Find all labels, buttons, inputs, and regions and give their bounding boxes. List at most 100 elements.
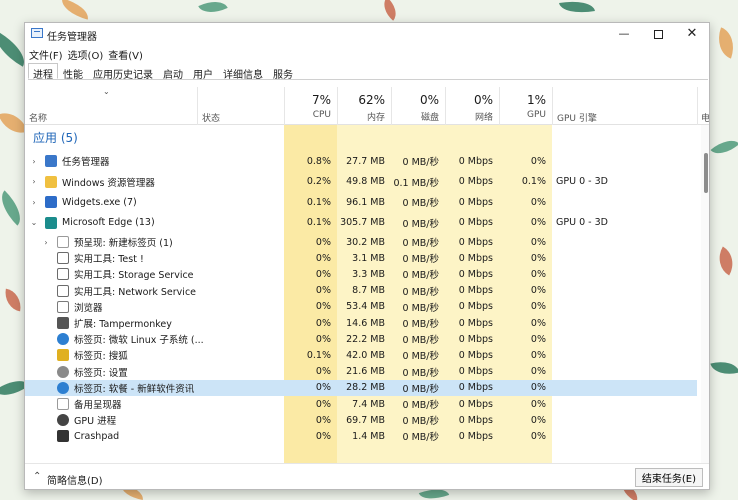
subprocess-row[interactable]: 标签页: 微软 Linux 子系统 (... 0% 22.2 MB 0 MB/秒 0 M… <box>25 331 697 347</box>
column-cpu[interactable]: 7% CPU <box>284 87 337 125</box>
column-gpu-label: GPU <box>527 110 546 120</box>
subprocess-row[interactable]: GPU 进程 0% 69.7 MB 0 MB/秒 0 Mbps 0% <box>25 412 697 428</box>
tab-services[interactable]: 服务 <box>268 63 298 81</box>
tab-startup[interactable]: 启动 <box>158 63 188 81</box>
process-cpu: 0% <box>315 301 331 313</box>
tab-app-history[interactable]: 应用历史记录 <box>88 63 158 81</box>
process-gpu: 0% <box>530 252 546 264</box>
menu-view[interactable]: 查看(V) <box>108 45 148 62</box>
process-name: Widgets.exe (7) <box>62 196 137 208</box>
maximize-button[interactable] <box>641 23 675 45</box>
process-mem: 53.4 MB <box>346 301 385 313</box>
column-network[interactable]: 0% 网络 <box>445 87 499 125</box>
task-manager-window: 任务管理器 — ✕ 文件(F) 选项(O) 查看(V) 进程 性能 应用历史记录… <box>24 22 710 490</box>
process-gpu: 0% <box>530 317 546 329</box>
leaf-decoration <box>377 0 403 21</box>
process-mem: 42.0 MB <box>346 349 385 361</box>
collapse-chevron-icon[interactable]: ⌄ <box>29 213 39 233</box>
process-row[interactable]: › Windows 资源管理器 0.2% 49.8 MB 0.1 MB/秒 0 Mbps 0… <box>25 172 697 192</box>
expand-chevron-icon[interactable]: › <box>29 172 39 192</box>
column-gpu-engine-label: GPU 引擎 <box>557 114 597 124</box>
menu-file[interactable]: 文件(F) <box>29 45 68 62</box>
leaf-decoration <box>2 288 24 312</box>
column-status[interactable]: 状态 <box>197 87 284 125</box>
column-disk-label: 磁盘 <box>420 113 439 123</box>
process-row[interactable]: ⌄ Microsoft Edge (13) 0.1% 305.7 MB 0 MB/秒 0 … <box>25 213 697 233</box>
column-memory-label: 内存 <box>366 113 385 123</box>
process-disk: 0 MB/秒 <box>402 157 439 168</box>
process-mem: 14.6 MB <box>346 317 385 329</box>
column-gpu[interactable]: 1% GPU <box>499 87 552 125</box>
column-disk[interactable]: 0% 磁盘 <box>391 87 445 125</box>
title-bar[interactable]: 任务管理器 — ✕ <box>25 23 709 45</box>
collapse-chevron-icon[interactable]: ⌃ <box>33 471 41 482</box>
process-gpu: 0% <box>530 414 546 426</box>
expand-chevron-icon[interactable]: › <box>29 192 39 212</box>
process-table: ⌄ 名称 状态 7% CPU 62% 内存 0% 磁盘 0% 网络 1% GPU… <box>25 83 709 477</box>
process-mem: 1.4 MB <box>352 430 385 442</box>
subprocess-row[interactable]: Crashpad 0% 1.4 MB 0 MB/秒 0 Mbps 0% <box>25 428 697 444</box>
process-net: 0 Mbps <box>458 252 493 264</box>
subprocess-row[interactable]: 备用呈现器 0% 7.4 MB 0 MB/秒 0 Mbps 0% <box>25 396 697 412</box>
menu-bar: 文件(F) 选项(O) 查看(V) <box>29 45 148 62</box>
folder-icon <box>45 175 57 188</box>
column-name[interactable]: ⌄ 名称 <box>25 87 197 125</box>
minimize-button[interactable]: — <box>607 23 641 45</box>
subprocess-row[interactable]: 实用工具: Test ! 0% 3.1 MB 0 MB/秒 0 Mbps 0% <box>25 250 697 266</box>
menu-options[interactable]: 选项(O) <box>68 45 109 62</box>
process-gpu: 0.1% <box>521 176 546 187</box>
window-title: 任务管理器 <box>47 32 97 43</box>
subprocess-row[interactable]: 标签页: 搜狐 0.1% 42.0 MB 0 MB/秒 0 Mbps 0% <box>25 347 697 363</box>
expand-chevron-icon[interactable]: › <box>41 234 51 250</box>
process-disk: 0 MB/秒 <box>402 319 439 330</box>
process-row[interactable]: › 任务管理器 0.8% 27.7 MB 0 MB/秒 0 Mbps 0% <box>25 151 697 171</box>
scrollbar-thumb[interactable] <box>704 153 708 193</box>
process-disk: 0 MB/秒 <box>402 218 439 230</box>
process-row[interactable]: › Widgets.exe (7) 0.1% 96.1 MB 0 MB/秒 0 Mbps 0… <box>25 192 697 212</box>
subprocess-row[interactable]: 浏览器 0% 53.4 MB 0 MB/秒 0 Mbps 0% <box>25 299 697 315</box>
settings-icon <box>57 365 69 378</box>
close-button[interactable]: ✕ <box>675 23 709 45</box>
utility-icon <box>57 252 69 265</box>
subprocess-row[interactable]: › 预呈现: 新建标签页 (1) 0% 30.2 MB 0 MB/秒 0 Mbps 0% <box>25 234 697 250</box>
subprocess-row[interactable]: 标签页: 软餐 - 新鲜软件资讯 0% 28.2 MB 0 MB/秒 0 Mbps 0% <box>25 379 697 396</box>
process-mem: 8.7 MB <box>352 285 385 297</box>
tab-details[interactable]: 详细信息 <box>218 63 268 81</box>
tab-blue-icon <box>57 381 69 394</box>
fewer-details-link[interactable]: 简略信息(D) <box>47 472 103 487</box>
cpu-total: 7% <box>311 93 331 107</box>
tab-processes[interactable]: 进程 <box>28 63 58 81</box>
process-disk: 0 MB/秒 <box>402 416 439 428</box>
column-power[interactable]: 电 <box>697 87 709 125</box>
process-name: 浏览器 <box>74 302 103 314</box>
extension-icon <box>57 317 69 329</box>
tab-blue-icon <box>57 333 69 346</box>
process-name: 标签页: 设置 <box>74 367 128 379</box>
process-disk: 0 MB/秒 <box>402 286 439 298</box>
tab-performance[interactable]: 性能 <box>58 63 88 81</box>
subprocess-row[interactable]: 标签页: 设置 0% 21.6 MB 0 MB/秒 0 Mbps 0% <box>25 364 697 380</box>
end-task-button[interactable]: 结束任务(E) <box>634 468 703 487</box>
process-cpu: 0.1% <box>306 349 331 361</box>
column-memory[interactable]: 62% 内存 <box>337 87 391 125</box>
tab-users[interactable]: 用户 <box>188 63 218 81</box>
process-mem: 96.1 MB <box>346 196 385 208</box>
process-net: 0 Mbps <box>458 366 493 378</box>
process-disk: 0 MB/秒 <box>402 383 439 395</box>
expand-chevron-icon[interactable]: › <box>29 151 39 171</box>
subprocess-row[interactable]: 实用工具: Storage Service 0% 3.3 MB 0 MB/秒 0 Mbp… <box>25 266 697 282</box>
process-list: 应用 (5) › 任务管理器 0.8% 27.7 MB 0 MB/秒 0 Mbps 0% › W… <box>25 125 705 463</box>
process-disk: 0 MB/秒 <box>402 198 439 209</box>
group-title-apps[interactable]: 应用 (5) <box>33 129 78 146</box>
subprocess-row[interactable]: 扩展: Tampermonkey 0% 14.6 MB 0 MB/秒 0 Mbps 0% <box>25 315 697 331</box>
process-disk: 0 MB/秒 <box>402 270 439 282</box>
process-gpu: 0% <box>530 196 546 208</box>
taskmgr-icon <box>45 155 57 167</box>
process-gpu: 0% <box>530 366 546 378</box>
leaf-decoration <box>711 246 738 276</box>
disk-total: 0% <box>419 93 439 107</box>
subprocess-row[interactable]: 实用工具: Network Service 0% 8.7 MB 0 MB/秒 0 Mbp… <box>25 283 697 299</box>
vertical-scrollbar[interactable] <box>701 125 709 463</box>
column-gpu-engine[interactable]: GPU 引擎 <box>552 87 697 125</box>
crashpad-icon <box>57 430 69 443</box>
